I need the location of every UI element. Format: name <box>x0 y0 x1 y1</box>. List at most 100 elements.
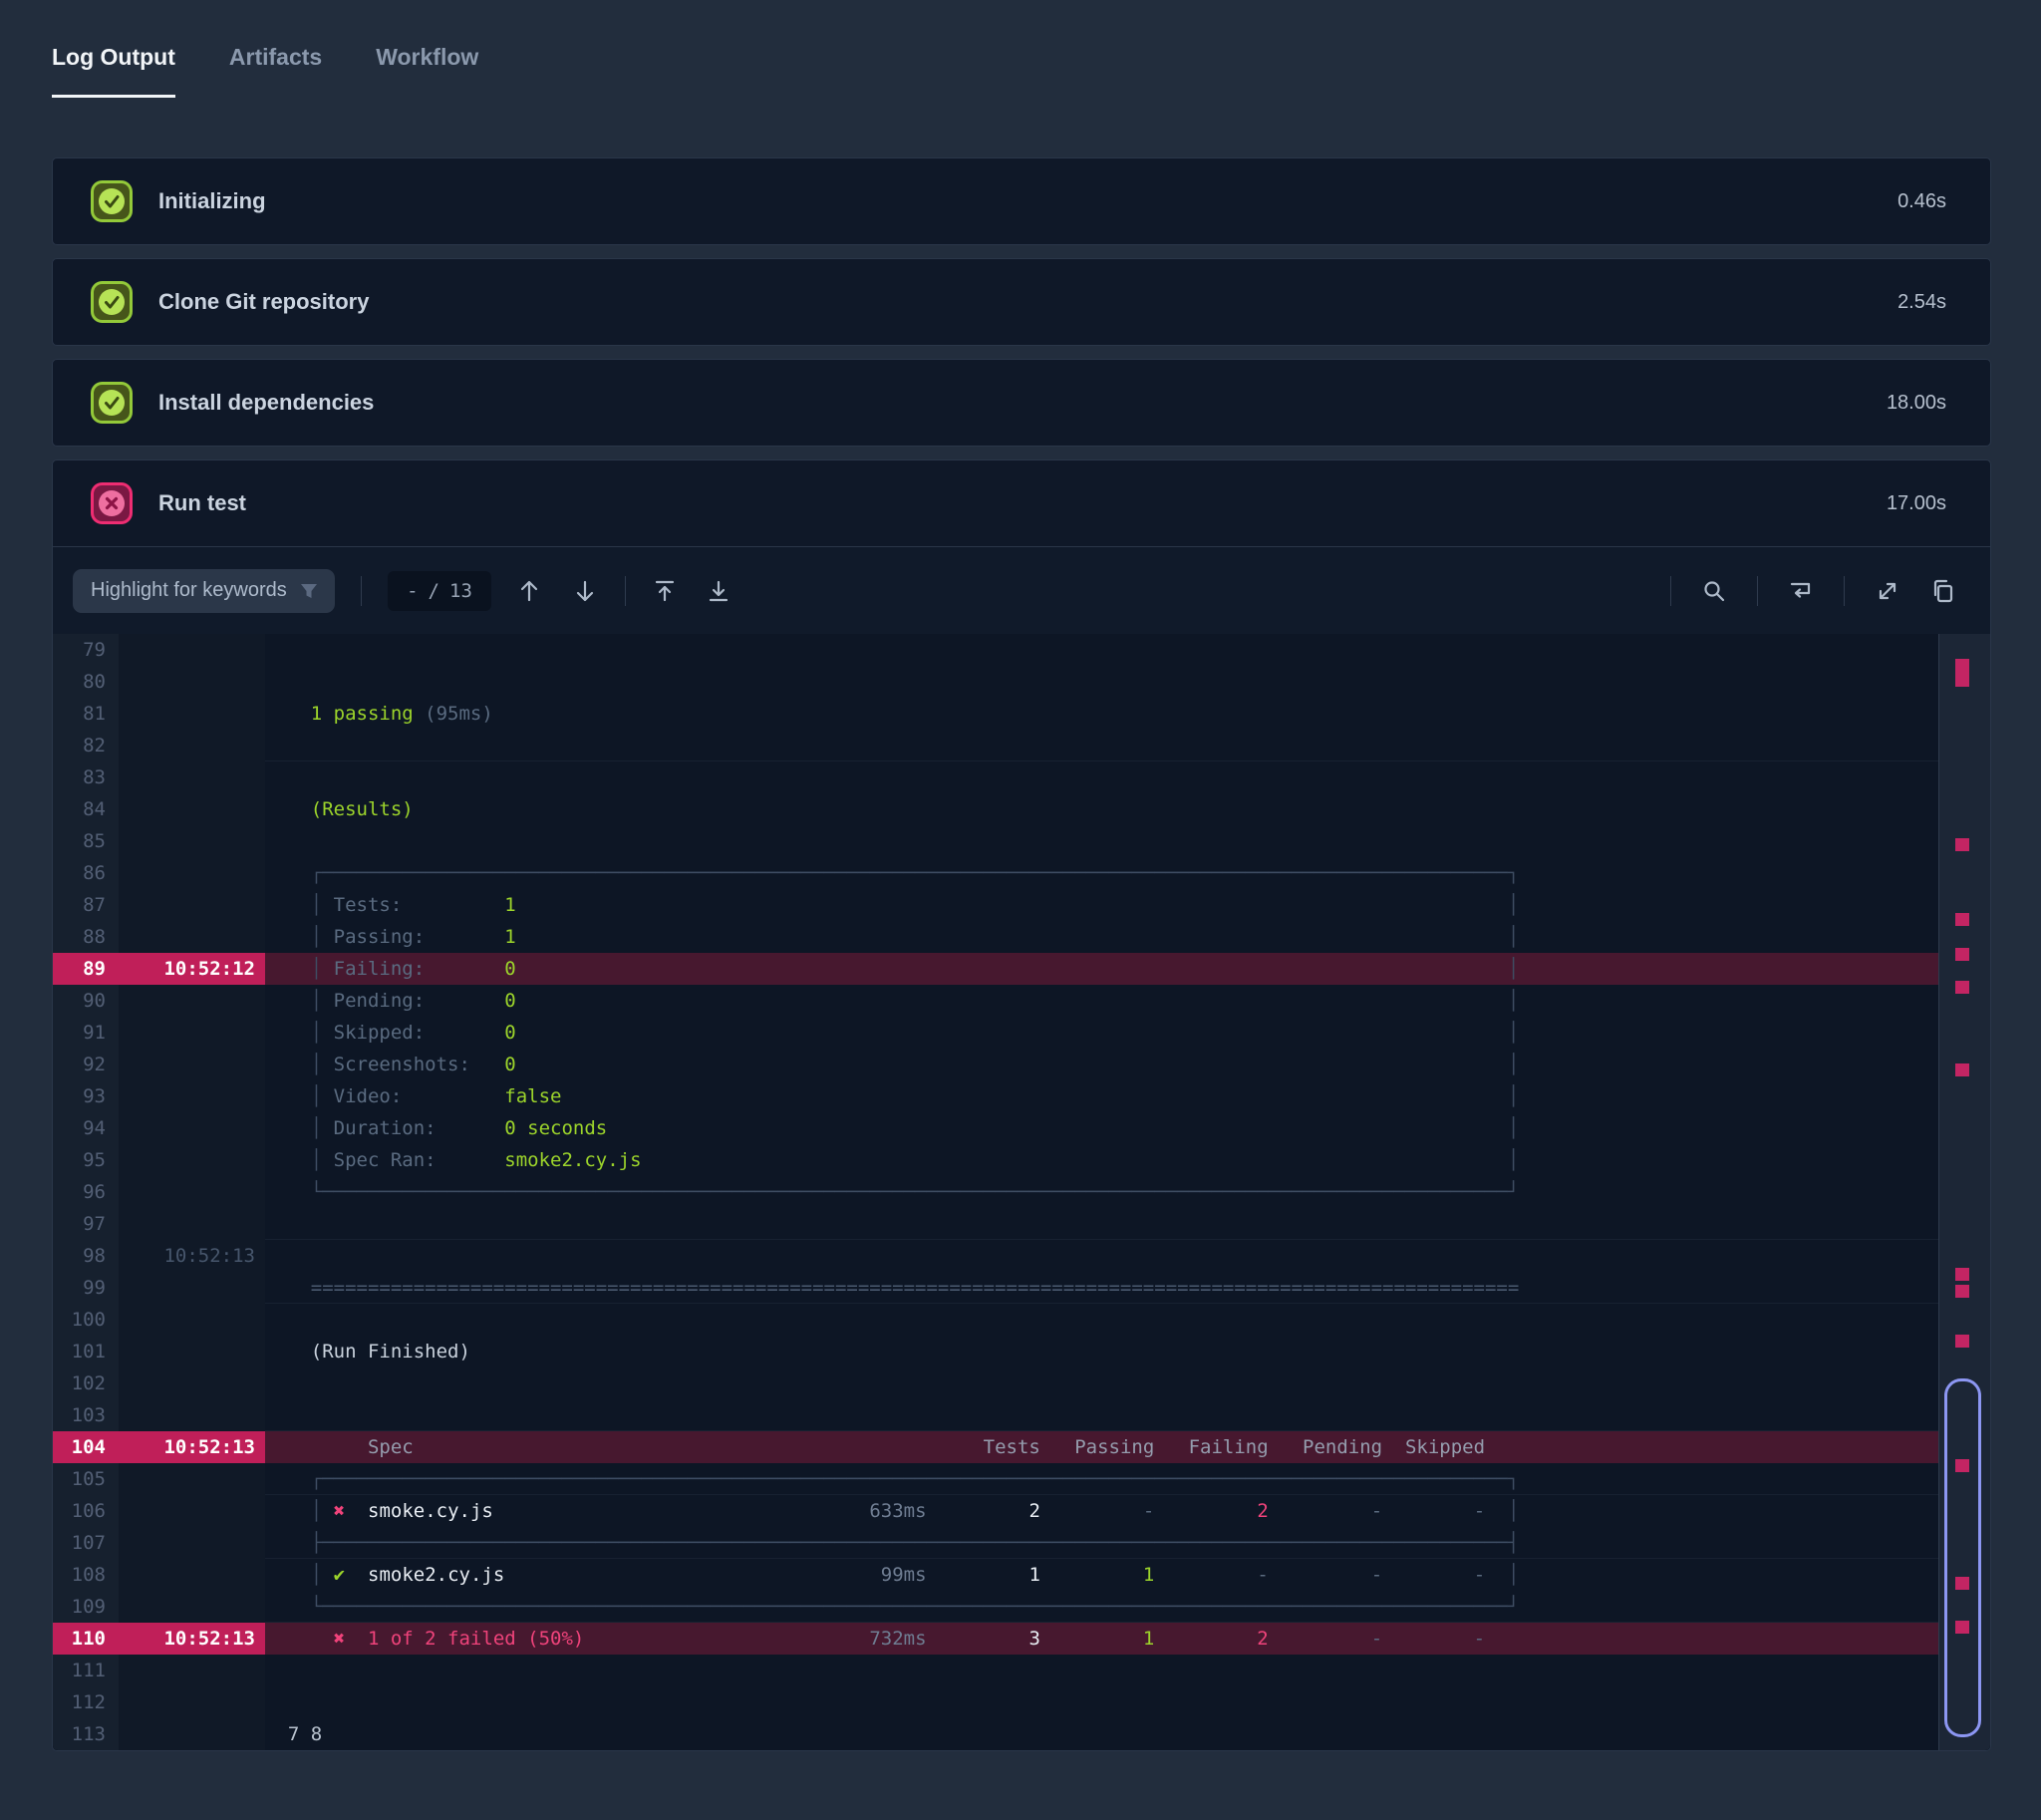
log-line-number[interactable]: 86 <box>53 857 119 889</box>
log-line-timestamp <box>119 1049 265 1080</box>
arrow-down-icon <box>576 580 594 601</box>
log-segment: 2 <box>1257 1500 1269 1522</box>
log-segment: ┘ <box>1507 1181 1520 1203</box>
step-header[interactable]: Install dependencies 18.00s <box>53 360 1990 446</box>
next-match-button[interactable] <box>571 577 599 605</box>
log-line-timestamp <box>119 730 265 761</box>
step-header[interactable]: Initializing 0.46s <box>53 158 1990 244</box>
log-line-101: 101 (Run Finished) <box>53 1336 1938 1367</box>
log-scrollbar-minimap[interactable] <box>1938 634 1990 1750</box>
log-line-timestamp <box>119 1336 265 1367</box>
log-line-number[interactable]: 101 <box>53 1336 119 1367</box>
log-line-number[interactable]: 109 <box>53 1591 119 1623</box>
minimap-error-marker <box>1955 1285 1969 1298</box>
scroll-to-top-button[interactable] <box>652 578 678 604</box>
log-segment: 1 <box>504 926 516 948</box>
log-segment: 2 <box>1257 1628 1269 1650</box>
log-line-content: │ Pending: 0 │ <box>265 985 1938 1017</box>
log-segment: 1 of 2 failed (50%) <box>367 1628 585 1650</box>
log-segment: 3 <box>1028 1628 1040 1650</box>
log-line-number[interactable]: 84 <box>53 793 119 825</box>
log-line-number[interactable]: 97 <box>53 1208 119 1240</box>
log-line-number[interactable]: 81 <box>53 698 119 730</box>
log-segment: Screenshots: <box>333 1054 470 1075</box>
tab-workflow[interactable]: Workflow <box>376 44 478 98</box>
tab-artifacts[interactable]: Artifacts <box>229 44 322 98</box>
log-line-number[interactable]: 83 <box>53 761 119 793</box>
scroll-to-bottom-button[interactable] <box>706 578 731 604</box>
log-line-number[interactable]: 93 <box>53 1080 119 1112</box>
log-area: 79 80 81 1 passing (95ms) 82 83 84 (Results) 8… <box>53 634 1990 1750</box>
match-separator: / <box>428 579 439 602</box>
log-segment: Failing: <box>333 958 426 980</box>
keyword-filter-input[interactable]: Highlight for keywords <box>73 568 335 613</box>
log-line-number[interactable]: 95 <box>53 1144 119 1176</box>
log-line-number[interactable]: 79 <box>53 634 119 666</box>
step-header[interactable]: Clone Git repository 2.54s <box>53 259 1990 345</box>
log-line-number[interactable]: 105 <box>53 1463 119 1495</box>
log-line-number[interactable]: 113 <box>53 1718 119 1750</box>
log-line-number[interactable]: 87 <box>53 889 119 921</box>
log-line-timestamp <box>119 1176 265 1208</box>
log-line-number[interactable]: 98 <box>53 1240 119 1272</box>
log-line-number[interactable]: 100 <box>53 1304 119 1336</box>
log-line-content: │ Skipped: 0 │ <box>265 1017 1938 1049</box>
log-segment: Spec <box>367 1436 414 1458</box>
log-line-number[interactable]: 103 <box>53 1399 119 1431</box>
log-line-timestamp <box>119 761 265 793</box>
log-segment: smoke2.cy.js <box>504 1149 642 1171</box>
log-line-content: │ Duration: 0 seconds │ <box>265 1112 1938 1144</box>
search-button[interactable] <box>1701 578 1727 604</box>
log-line-number[interactable]: 104 <box>53 1431 119 1463</box>
log-line-83: 83 <box>53 761 1938 793</box>
log-line-number[interactable]: 96 <box>53 1176 119 1208</box>
log-line-number[interactable]: 94 <box>53 1112 119 1144</box>
log-segment: └ <box>310 1596 323 1618</box>
log-line-number[interactable]: 90 <box>53 985 119 1017</box>
log-segment: │ <box>1508 1564 1520 1586</box>
expand-log-button[interactable] <box>1875 578 1900 604</box>
log-line-number[interactable]: 92 <box>53 1049 119 1080</box>
log-line-100: 100 <box>53 1304 1938 1336</box>
log-line-number[interactable]: 106 <box>53 1495 119 1527</box>
log-line-number[interactable]: 108 <box>53 1559 119 1591</box>
log-line-number[interactable]: 112 <box>53 1686 119 1718</box>
log-line-number[interactable]: 107 <box>53 1527 119 1559</box>
log-line-number[interactable]: 82 <box>53 730 119 761</box>
to-bottom-icon <box>709 580 729 601</box>
wrap-lines-button[interactable] <box>1788 578 1814 604</box>
log-line-content: ┌───────────────────────────────────────… <box>265 1463 1938 1495</box>
log-line-content <box>265 634 1938 666</box>
log-line-content <box>265 1655 1938 1686</box>
log-segment: │ <box>310 1117 323 1139</box>
log-line-number[interactable]: 102 <box>53 1367 119 1399</box>
tab-log-output[interactable]: Log Output <box>52 44 175 98</box>
log-line-timestamp <box>119 985 265 1017</box>
log-segment: Passing: <box>333 926 426 948</box>
log-line-number[interactable]: 110 <box>53 1623 119 1655</box>
log-segment: ────────────────────────────────────────… <box>322 1532 1508 1554</box>
previous-match-button[interactable] <box>515 577 543 605</box>
log-line-number[interactable]: 91 <box>53 1017 119 1049</box>
log-line-timestamp <box>119 1304 265 1336</box>
log-line-79: 79 <box>53 634 1938 666</box>
log-line-number[interactable]: 80 <box>53 666 119 698</box>
log-line-content <box>265 825 1938 857</box>
minimap-error-marker <box>1955 659 1969 687</box>
log-line-number[interactable]: 89 <box>53 953 119 985</box>
log-segment: │ <box>310 1149 323 1171</box>
log-segment: │ <box>1507 1149 1520 1171</box>
step-header[interactable]: Run test 17.00s <box>53 460 1990 546</box>
log-segment: │ <box>310 1022 323 1044</box>
log-line-103: 103 <box>53 1399 1938 1431</box>
log-line-number[interactable]: 99 <box>53 1272 119 1304</box>
log-segment: 1 <box>1142 1564 1155 1586</box>
scrollbar-thumb[interactable] <box>1944 1378 1981 1737</box>
log-line-number[interactable]: 85 <box>53 825 119 857</box>
match-current: - <box>407 579 419 602</box>
log-line-number[interactable]: 111 <box>53 1655 119 1686</box>
log-line-number[interactable]: 88 <box>53 921 119 953</box>
log-line-timestamp <box>119 1591 265 1623</box>
copy-log-button[interactable] <box>1930 578 1956 604</box>
log-line-94: 94 │ Duration: 0 seconds │ <box>53 1112 1938 1144</box>
